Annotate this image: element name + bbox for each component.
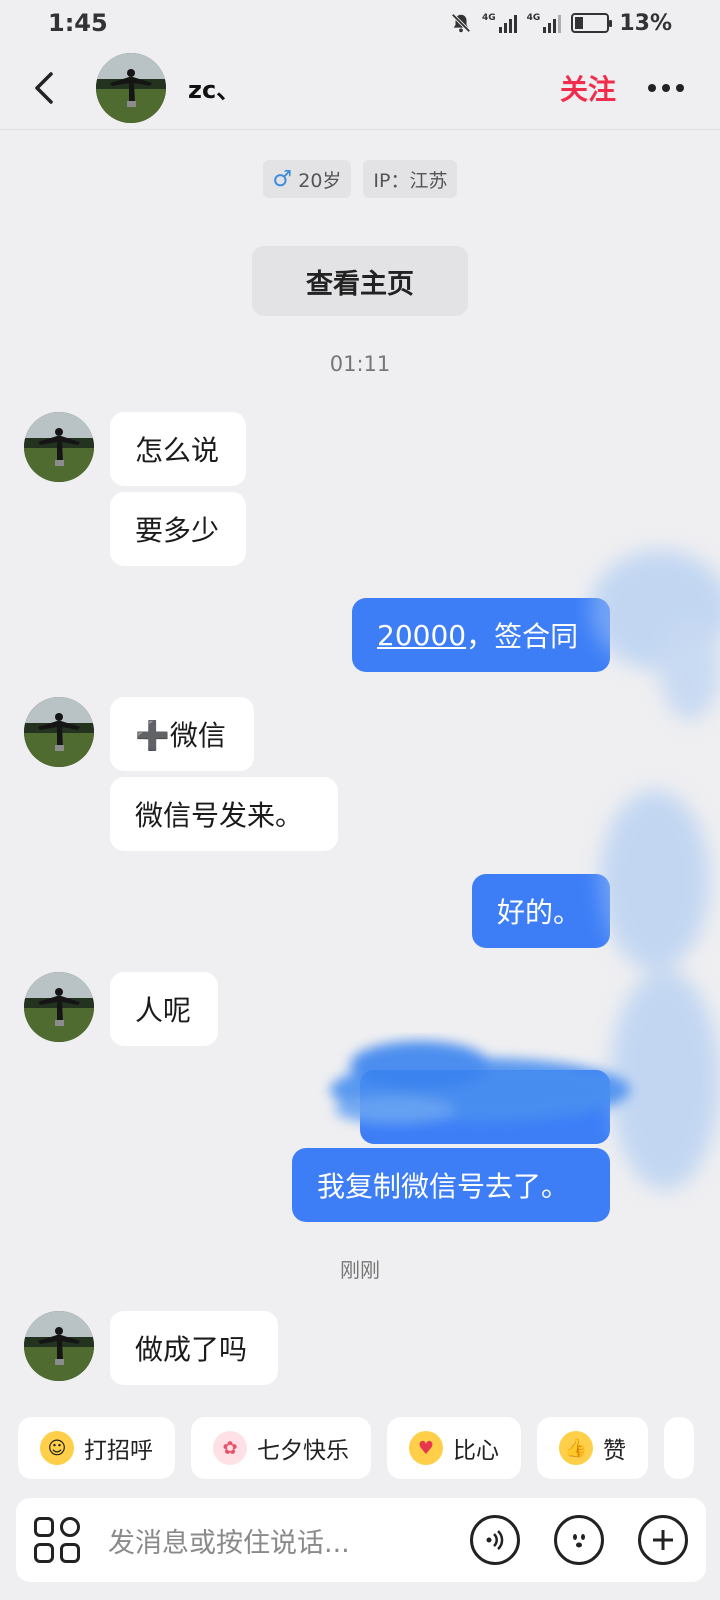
incoming-message[interactable]: 做成了吗	[110, 1311, 278, 1385]
message-input[interactable]: 发消息或按住说话...	[108, 1521, 350, 1560]
view-profile-button[interactable]: 查看主页	[252, 246, 468, 316]
quick-reply-greet[interactable]: ☺ 打招呼	[18, 1417, 175, 1479]
message-avatar[interactable]	[24, 412, 94, 482]
timestamp: 01:11	[329, 352, 391, 376]
mute-bell-icon	[451, 13, 471, 33]
gender-age-tag: ♂ 20岁	[262, 160, 352, 198]
quick-replies: ☺ 打招呼 ✿ 七夕快乐 ♥ 比心 👍 赞	[18, 1417, 694, 1479]
quick-reply-label: 七夕快乐	[257, 1438, 349, 1464]
quick-reply-like[interactable]: 👍 赞	[537, 1417, 648, 1479]
signal-icon: 4G	[482, 13, 517, 33]
emoji-button[interactable]	[554, 1515, 604, 1565]
smile-hug-icon: ☺	[40, 1431, 74, 1465]
incoming-message[interactable]: 要多少	[110, 492, 246, 566]
quick-reply-heart[interactable]: ♥ 比心	[387, 1417, 521, 1479]
incoming-message[interactable]: ➕微信	[110, 697, 254, 771]
duck-heart-icon: ♥	[409, 1431, 443, 1465]
back-button[interactable]	[0, 46, 90, 130]
voice-icon	[486, 1530, 504, 1550]
redacted-outgoing-message[interactable]	[360, 1070, 610, 1144]
status-icons: 4G 4G 13%	[450, 11, 672, 36]
apps-grid-button[interactable]	[34, 1517, 80, 1563]
status-time: 1:45	[48, 9, 108, 37]
male-icon: ♂	[272, 166, 293, 192]
signal-icon-2: 4G	[527, 13, 562, 33]
chat-header: zc、 关注	[0, 46, 720, 130]
outgoing-message[interactable]: 我复制微信号去了。	[292, 1148, 610, 1222]
contact-name: zc、	[188, 76, 241, 104]
network-label-1: 4G	[482, 13, 496, 23]
add-button[interactable]	[638, 1515, 688, 1565]
back-arrow-icon	[35, 71, 53, 104]
battery-percent: 13%	[619, 10, 672, 36]
incoming-message[interactable]: 微信号发来。	[110, 777, 338, 851]
outgoing-message[interactable]: 好的。	[472, 874, 610, 948]
incoming-message[interactable]: 人呢	[110, 972, 218, 1046]
outgoing-message[interactable]: 20000 ，签合同	[352, 598, 610, 672]
battery-icon	[571, 13, 613, 33]
incoming-message[interactable]: 怎么说	[110, 412, 246, 486]
phone-number-link[interactable]: 20000	[377, 619, 466, 652]
status-bar: 1:45 4G 4G 13%	[0, 0, 720, 46]
profile-tags: ♂ 20岁 IP：江苏	[0, 160, 720, 198]
age-label: 20岁	[298, 169, 342, 192]
quick-reply-label: 比心	[453, 1438, 499, 1464]
thumbs-up-icon: 👍	[559, 1431, 593, 1465]
quick-reply-label: 打招呼	[84, 1438, 153, 1464]
network-label-2: 4G	[526, 13, 541, 23]
ip-tag: IP：江苏	[363, 160, 458, 198]
contact-avatar[interactable]	[96, 52, 166, 123]
ip-label: IP：江苏	[373, 169, 448, 192]
plus-icon	[653, 1530, 673, 1550]
timestamp: 刚刚	[340, 1258, 380, 1282]
more-options-button[interactable]	[648, 83, 688, 92]
emoji-icon	[573, 1534, 585, 1548]
message-avatar[interactable]	[24, 972, 94, 1042]
message-text: ，签合同	[466, 620, 579, 653]
voice-button[interactable]	[470, 1515, 520, 1565]
quick-reply-more[interactable]	[664, 1417, 694, 1479]
message-avatar[interactable]	[24, 1311, 94, 1381]
follow-button[interactable]: 关注	[560, 68, 616, 108]
message-input-bar: 发消息或按住说话...	[16, 1498, 706, 1582]
bird-icon: ✿	[213, 1431, 247, 1465]
quick-reply-label: 赞	[603, 1438, 626, 1464]
quick-reply-qixi[interactable]: ✿ 七夕快乐	[191, 1417, 371, 1479]
message-avatar[interactable]	[24, 697, 94, 767]
